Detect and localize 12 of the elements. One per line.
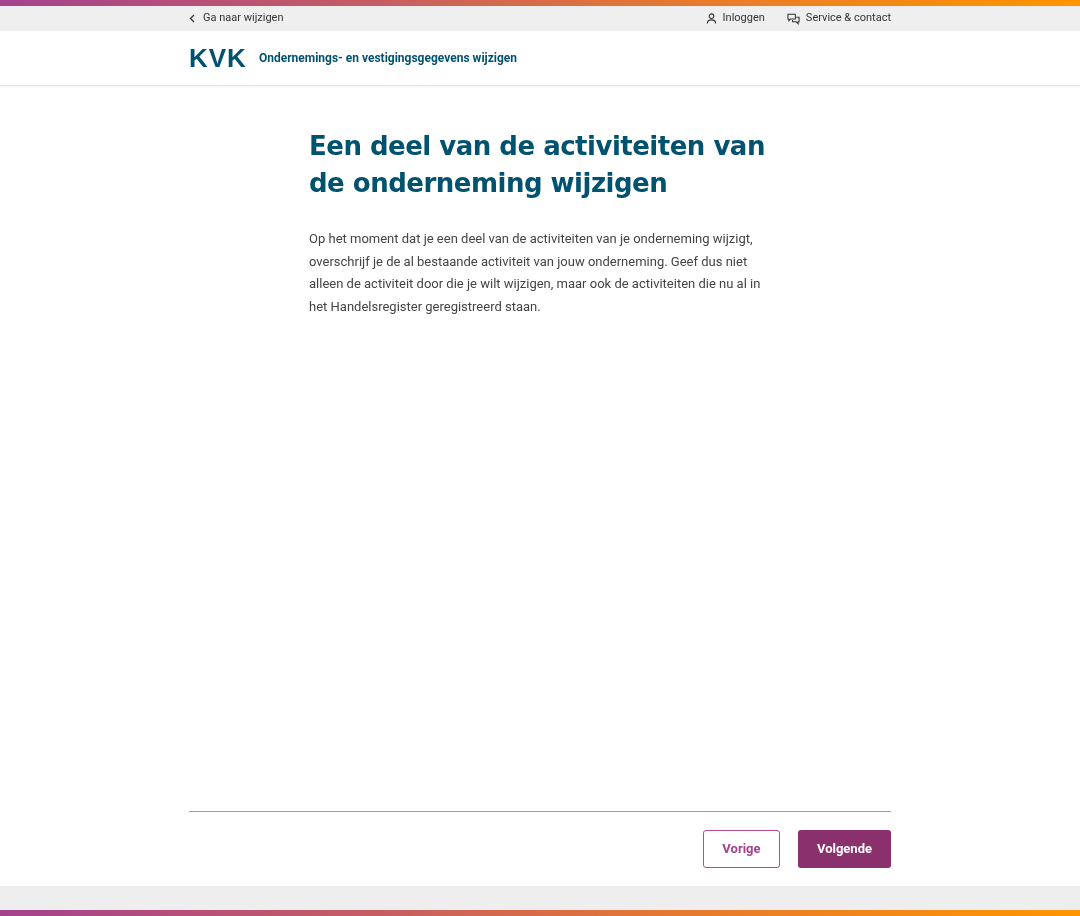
top-link[interactable]: Inloggen xyxy=(705,10,765,27)
next-button[interactable]: Volgende xyxy=(797,830,891,868)
top-link[interactable]: Service & contact xyxy=(786,10,891,27)
intro-paragraph: Op het moment dat je een deel van de activiteiten van je onderneming wijzigt, overschrijf je de al bestaande activiteit van jouw onderneming. Geef dus niet alleen de activiteit door die je wilt wijzigen, maar ook de activiteiten die nu al in het Handelsregister geregistreerd staan. xyxy=(309,230,762,316)
site-title: Ondernemings- en vestigingsgegevens wijzigen xyxy=(258,50,518,67)
chat-icon xyxy=(786,12,800,25)
user-icon xyxy=(705,13,717,24)
back-link[interactable]: Ga naar wijzigen xyxy=(189,10,284,27)
logo[interactable]: KVK xyxy=(189,45,247,71)
page-heading: Een deel van de activiteiten van de onderneming wijzigen xyxy=(309,130,766,200)
previous-button[interactable]: Vorige xyxy=(702,830,780,868)
chevron-left-icon xyxy=(189,14,195,23)
